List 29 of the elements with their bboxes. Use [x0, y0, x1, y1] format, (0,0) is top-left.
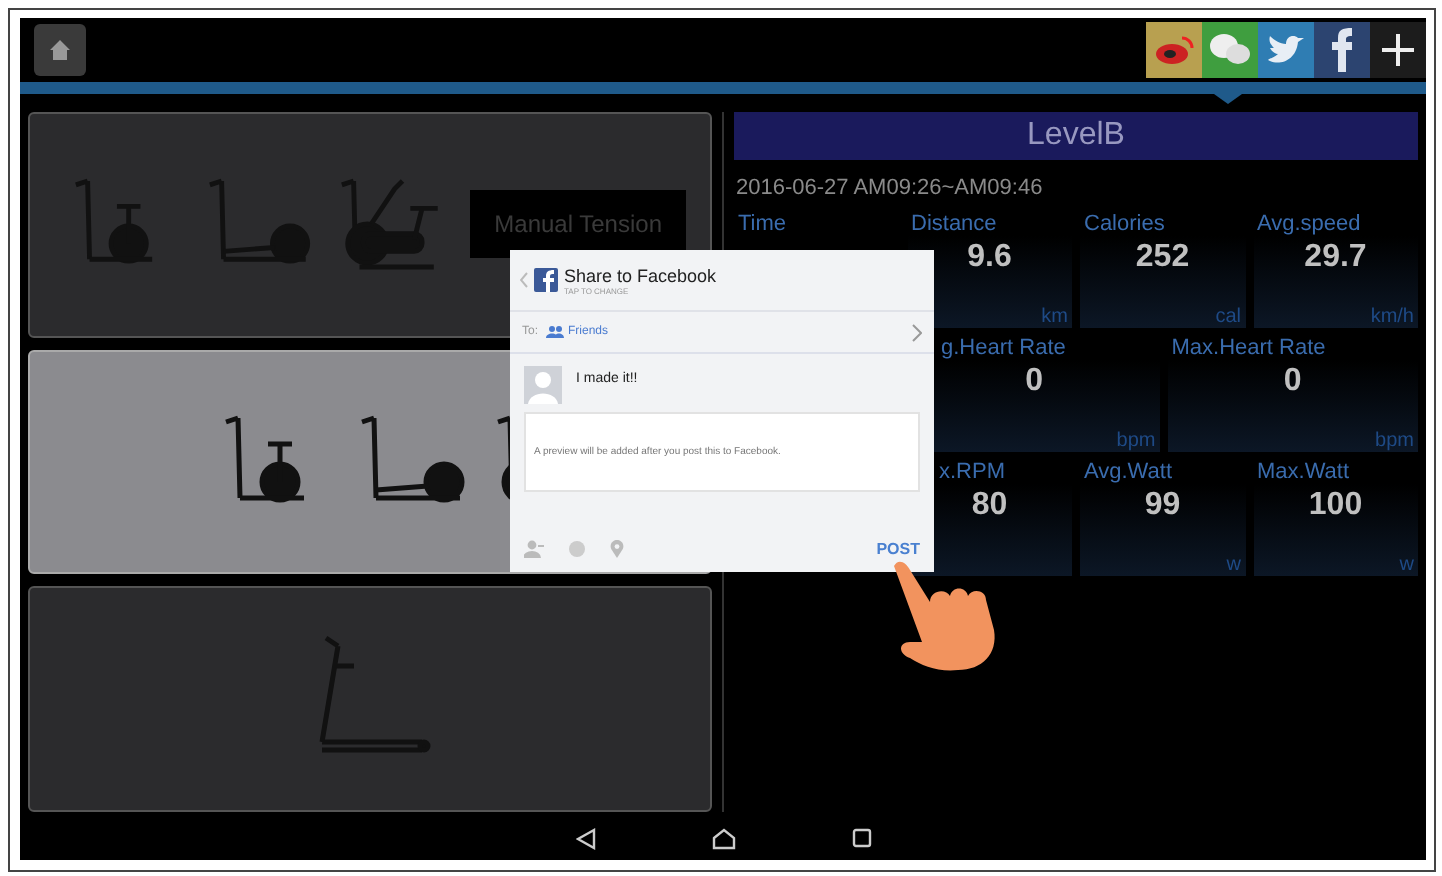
stat-label: Avg.Watt: [1082, 460, 1173, 484]
stat-label: x.RPM: [937, 460, 1005, 484]
stat-label: Calories: [1082, 212, 1165, 236]
stat-label: Max.Watt: [1255, 460, 1350, 484]
stat-unit: km: [1041, 306, 1070, 328]
stat-unit: w: [1399, 554, 1416, 576]
stat-label: Time: [736, 212, 787, 236]
stat-value: 9.6: [967, 240, 1012, 276]
stat-label: Distance: [909, 212, 997, 236]
stat-value: 0: [1283, 364, 1302, 400]
post-button[interactable]: POST: [876, 539, 920, 557]
stat-value: 80: [971, 488, 1008, 524]
level-title: LevelB: [734, 112, 1418, 160]
mode-label: Manual Tension: [470, 190, 686, 259]
time-range: 2016-06-27 AM09:26~AM09:46: [734, 174, 1045, 204]
stat-unit: cal: [1215, 306, 1243, 328]
stat-label: Avg.speed: [1255, 212, 1361, 236]
stat-unit: bpm: [1375, 430, 1416, 452]
stat-value: 29.7: [1304, 240, 1367, 276]
stat-value: 252: [1135, 240, 1190, 276]
stat-unit: bpm: [1116, 430, 1158, 452]
stat-unit: w: [1226, 554, 1243, 576]
stat-label: Max.Heart Rate: [1169, 336, 1326, 360]
dialog-title: Share to Facebook: [564, 265, 717, 285]
stat-label: g.Heart Rate: [939, 336, 1066, 360]
stat-unit: km/h: [1370, 306, 1416, 328]
stat-value: 99: [1144, 488, 1181, 524]
stat-value: 100: [1308, 488, 1363, 524]
stat-value: 0: [1025, 364, 1044, 400]
